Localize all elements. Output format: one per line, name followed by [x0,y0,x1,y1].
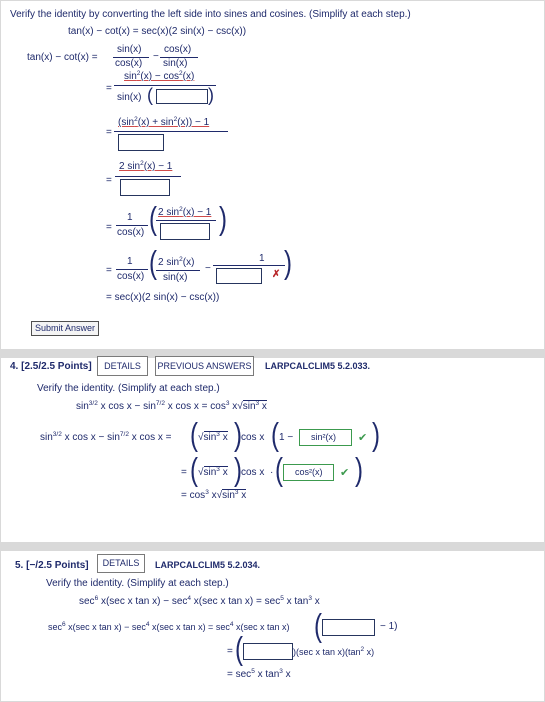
correct-check-icon: ✔ [340,467,350,479]
q4-row1-one-minus: 1 − [279,432,294,443]
q5-row1-tail: − 1) [380,621,398,632]
q3-s1-frac1-num: sin(x) [117,44,142,55]
q3-s5-coef-den: cos(x) [117,227,145,238]
q3-s3-line [114,131,228,132]
q3-lhs: tan(x) − cot(x) = [27,52,98,63]
q3-s5-close-paren: ) [219,201,227,238]
q4-row2-cos: cos x [241,467,265,478]
q3-s6-answer-input[interactable] [216,268,262,284]
q3-s4-num: 2 sin2(x) − 1 [119,160,173,172]
q4-problem-code: LARPCALCLIM5 5.2.033. [265,361,371,371]
q3-instruction: Verify the identity by converting the le… [10,9,411,20]
q5-instruction: Verify the identity. (Simplify at each s… [46,578,229,589]
q4-row2-open-paren-2: ( [275,452,283,489]
q3-s2-num: sin2(x) − cos2(x) [124,70,195,82]
q3-eq: = [106,265,112,276]
correct-check-icon: ✔ [358,432,368,444]
q3-eq: = [106,222,112,233]
q4-answer1-text: sin²(x) [311,432,336,442]
q5-details-button[interactable]: DETAILS [97,554,145,573]
q4-row1-close-paren-2: ) [372,417,380,454]
q4-previous-answers-button[interactable]: PREVIOUS ANSWERS [155,356,254,376]
q5-problem-code: LARPCALCLIM5 5.2.034. [155,560,261,570]
q3-s1-frac2-den: sin(x) [163,58,188,69]
q4-row1-open-paren-2: ( [271,417,279,454]
q4-row2-close-paren-2: ) [355,452,363,489]
q3-s6-open-paren: ( [149,245,157,282]
q4-row1-root: √sin3 x [198,431,228,443]
q4-row1-cos: cos x [241,432,265,443]
submit-answer-button[interactable]: Submit Answer [31,321,99,336]
q4-row2-open-paren: ( [190,452,198,489]
q3-eq: = [106,83,112,94]
q3-s6-a-line [156,270,200,271]
q3-s5-answer-input[interactable] [160,223,210,240]
q3-s2-den-prefix: sin(x) [117,92,142,103]
q4-row2-dot: · [270,467,274,478]
separator [0,349,545,357]
q3-s1-op: − [153,51,159,62]
q4-answer2-text: cos²(x) [295,467,323,477]
q5-row1-open-paren: ( [314,608,322,645]
q4-row2-answer-input[interactable]: cos²(x) [283,464,334,481]
q3-s6-close-paren: ) [284,245,292,282]
q3-s2-close-paren: ) [208,85,214,105]
q3-s2-answer-input[interactable] [156,89,208,104]
q3-s6-op: − [205,263,211,274]
q5-row1-answer-input[interactable] [322,619,375,636]
q3-s6-a-num: 2 sin2(x) [158,256,195,268]
q3-identity: tan(x) − cot(x) = sec(x)(2 sin(x) − csc(… [68,26,247,37]
q4-row1-lhs: sin3/2 x cos x − sin7/2 x cos x = [40,431,172,443]
q3-s2-line [114,85,216,86]
q4-eq: = [181,467,187,478]
q3-s5-coef-line [116,225,148,226]
q3-s5-inner-line [156,220,216,221]
q3-s4-line [115,176,181,177]
q5-row2-tail: )(sec x tan x)(tan2 x) [293,646,375,657]
q3-s3-num: (sin2(x) + sin2(x)) − 1 [118,116,210,128]
q3-s5-coef-num: 1 [127,212,133,223]
q3-s6-coef-den: cos(x) [117,271,145,282]
q3-eq: = [106,127,112,138]
q5-eq: = [227,646,233,657]
q3-s6-b-num: 1 [259,253,265,264]
q3-s1-frac1-den: cos(x) [115,58,143,69]
q4-row1-open-paren: ( [190,417,198,454]
q5-row1-lhs: sec6 x(sec x tan x) − sec4 x(sec x tan x… [48,621,290,632]
q3-s6-coef-num: 1 [127,256,133,267]
q5-row3: = sec5 x tan3 x [227,668,291,680]
q4-row1-answer-input[interactable]: sin²(x) [299,429,352,446]
separator [0,542,545,550]
q3-s3-answer-input[interactable] [118,134,164,151]
q4-points-label: 4. [2.5/2.5 Points] [10,361,92,372]
incorrect-icon: ✗ [272,269,281,280]
q3-s1-frac2-num: cos(x) [164,44,192,55]
q3-s4-answer-input[interactable] [120,179,170,196]
q3-s2-open-paren: ( [147,85,153,105]
q4-details-button[interactable]: DETAILS [97,356,148,376]
q4-instruction: Verify the identity. (Simplify at each s… [37,383,220,394]
q3-s5-inner-num: 2 sin2(x) − 1 [158,206,212,218]
q5-identity: sec6 x(sec x tan x) − sec4 x(sec x tan x… [79,595,320,607]
q3-s6-a-den: sin(x) [163,272,188,283]
q3-eq: = [106,175,112,186]
q5-row2-answer-input[interactable] [243,643,293,660]
q4-final: = cos3 x√sin3 x [181,489,247,501]
q3-s6-b-line [213,265,285,266]
q4-identity: sin3/2 x cos x − sin7/2 x cos x = cos3 x… [76,400,267,412]
q5-row2-open-paren: ( [235,631,243,668]
q3-s6-coef-line [116,269,148,270]
q3-s7: = sec(x)(2 sin(x) − csc(x)) [106,292,220,303]
q4-row2-root: √sin3 x [198,466,228,478]
q5-points-label: 5. [−/2.5 Points] [15,560,89,571]
